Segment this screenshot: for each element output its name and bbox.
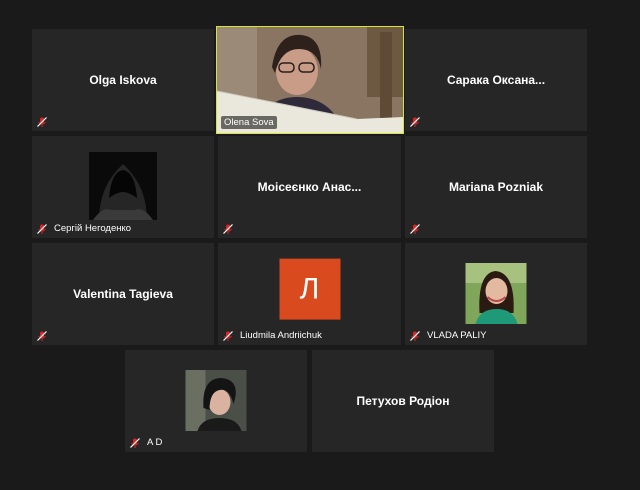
participant-photo [89, 152, 157, 220]
participant-tile-vlada-paliy[interactable]: VLADA PALIY [405, 243, 587, 345]
participant-photo [185, 370, 247, 431]
participant-tile-saraka-oksana[interactable]: Сарака Оксана... [405, 29, 587, 131]
participant-tile-mariana-pozniak[interactable]: Mariana Pozniak [405, 136, 587, 238]
participant-tile-serhii-nehodenko[interactable]: Сергій Негоденко [32, 136, 214, 238]
tile-footer [409, 223, 421, 235]
microphone-muted-icon [37, 331, 47, 341]
tile-footer: Olena Sova [221, 116, 277, 129]
microphone-muted-icon [223, 224, 233, 234]
participant-name: Olena Sova [221, 116, 277, 129]
tile-footer: VLADA PALIY [409, 329, 490, 342]
participant-name: Сергій Негоденко [54, 223, 132, 234]
microphone-muted-icon [130, 437, 140, 448]
participant-tile-liudmila-andriichuk[interactable]: Л Liudmila Andriichuk [218, 243, 401, 345]
participant-name: Моісеєнко Анас... [257, 180, 362, 194]
participant-name: Петухов Родіон [356, 394, 450, 408]
initial-avatar: Л [279, 258, 340, 320]
participant-tile-a-d[interactable]: A D [125, 350, 307, 452]
participant-tile-olena-sova[interactable]: Olena Sova [216, 26, 404, 134]
participant-name: VLADA PALIY [427, 330, 487, 341]
tile-footer: Liudmila Andriichuk [222, 329, 325, 342]
microphone-muted-icon [37, 117, 47, 127]
tile-footer [36, 116, 48, 128]
participant-tile-valentina-tagieva[interactable]: Valentina Tagieva [32, 243, 214, 345]
participant-name: Mariana Pozniak [448, 180, 544, 194]
microphone-muted-icon [410, 224, 420, 234]
tile-footer: Сергій Негоденко [36, 222, 134, 235]
participant-name: Liudmila Andriichuk [240, 330, 322, 341]
microphone-muted-icon [410, 330, 420, 341]
participant-photo [465, 263, 527, 324]
microphone-muted-icon [37, 223, 47, 234]
participant-name: Olga Iskova [89, 73, 157, 87]
participant-name: A D [147, 437, 163, 448]
participant-tile-petukhov-rodion[interactable]: Петухов Родіон [312, 350, 494, 452]
microphone-muted-icon [223, 330, 233, 341]
participant-name: Сарака Оксана... [446, 73, 546, 87]
participant-tile-olga-iskova[interactable]: Olga Iskova [32, 29, 214, 131]
microphone-muted-icon [410, 117, 420, 127]
tile-footer [36, 330, 48, 342]
tile-footer [222, 223, 234, 235]
tile-footer: A D [129, 436, 165, 449]
tile-footer [409, 116, 421, 128]
participant-name: Valentina Tagieva [73, 287, 173, 301]
participant-tile-moiseienko-anas[interactable]: Моісеєнко Анас... [218, 136, 401, 238]
